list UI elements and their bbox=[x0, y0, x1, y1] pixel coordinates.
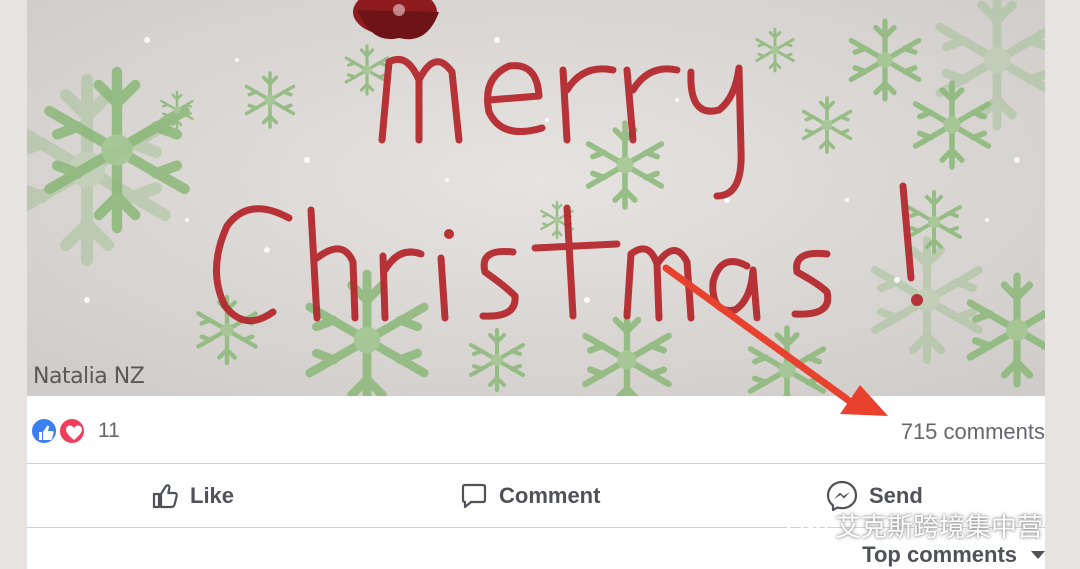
wechat-icon bbox=[784, 508, 828, 543]
love-icon bbox=[58, 417, 86, 445]
watermark-text: 艾克斯跨境集中营 bbox=[835, 512, 1044, 543]
reaction-icons[interactable] bbox=[30, 417, 92, 445]
annotation-arrow bbox=[662, 264, 888, 416]
like-icon bbox=[30, 417, 58, 445]
watermark: 艾克斯跨境集中营 bbox=[783, 506, 1043, 544]
